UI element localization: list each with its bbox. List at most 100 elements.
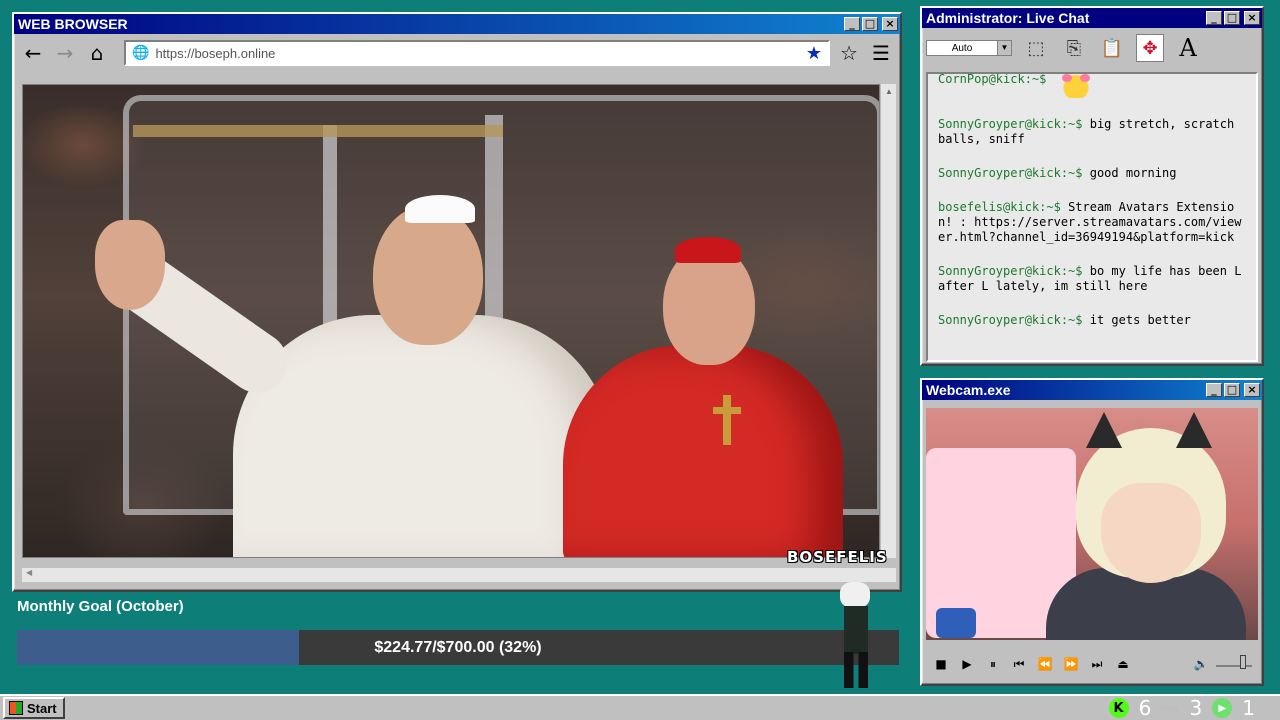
close-button[interactable]: × [882, 17, 898, 31]
play-circle-icon[interactable]: ▶ [1212, 698, 1233, 718]
chevron-down-icon[interactable]: ▼ [997, 41, 1011, 55]
system-tray: K 6 cozy 3 ▶ 1 [1108, 696, 1277, 720]
volume-icon[interactable]: 🔈 [1192, 657, 1210, 671]
webcam-title: Webcam.exe [926, 382, 1011, 398]
browser-viewport [22, 84, 880, 558]
cat-ear [1086, 412, 1122, 448]
close-button[interactable]: × [1244, 11, 1260, 25]
pope-hand [95, 220, 165, 310]
live-chat-window: Administrator: Live Chat _ □ × Auto ▼ ⬚ … [920, 6, 1264, 366]
chat-log[interactable]: CornPop@kick:~$ SonnyGroyper@kick:~$ big… [926, 72, 1258, 362]
glass-rail [133, 125, 503, 137]
sprite-legs [844, 652, 868, 688]
chat-message: SonnyGroyper@kick:~$ bo my life has been… [938, 264, 1246, 294]
minimize-button[interactable]: _ [844, 17, 860, 31]
popemobile-photo [23, 85, 879, 557]
sprite-hair [840, 582, 870, 608]
cardinal-figure [563, 345, 843, 557]
kick-count: 6 [1138, 696, 1152, 720]
paste-icon[interactable]: 📋 [1098, 34, 1126, 62]
cardinal-head [663, 245, 755, 365]
chat-message: SonnyGroyper@kick:~$ it gets better [938, 313, 1246, 328]
windows-logo-icon [9, 701, 23, 715]
browser-titlebar[interactable]: WEB BROWSER _ □ × [14, 14, 900, 34]
address-bar[interactable]: 🌐 https://boseph.online ★ [124, 40, 830, 66]
font-size-select[interactable]: Auto ▼ [926, 40, 1012, 56]
pope-head [373, 205, 483, 345]
webcam-feed [926, 408, 1258, 640]
sprite-body [844, 606, 868, 654]
chat-message: CornPop@kick:~$ [938, 72, 1246, 98]
previous-icon[interactable]: ⏮ [1010, 657, 1028, 672]
select-icon[interactable]: ⬚ [1022, 34, 1050, 62]
pause-icon[interactable]: ⏸ [984, 657, 1002, 672]
chat-message: SonnyGroyper@kick:~$ big stretch, scratc… [938, 117, 1246, 147]
chat-title: Administrator: Live Chat [926, 10, 1090, 26]
home-icon[interactable]: ⌂ [84, 40, 110, 66]
pope-figure [233, 315, 613, 557]
volume-slider[interactable] [1216, 655, 1252, 669]
chat-toolbar: Auto ▼ ⬚ ⎘ 📋 ✥ A [922, 28, 1262, 68]
goal-progress-bar: $224.77/$700.00 (32%) [17, 630, 899, 665]
maximize-button[interactable]: □ [862, 17, 878, 31]
red-zucchetto [675, 237, 741, 263]
bookmark-star-icon[interactable]: ☆ [836, 40, 862, 66]
browser-title: WEB BROWSER [18, 16, 128, 32]
webcam-window: Webcam.exe _ □ × ■ ▶ ⏸ ⏮ ⏪ ⏩ ⏭ ⏏ 🔈 [920, 378, 1264, 686]
maximize-button[interactable]: □ [1224, 383, 1240, 397]
url-text[interactable]: https://boseph.online [155, 46, 799, 61]
white-zucchetto [405, 195, 475, 223]
move-icon[interactable]: ✥ [1136, 34, 1164, 62]
vertical-scrollbar[interactable]: ▲ [880, 84, 896, 558]
browser-navbar: ← → ⌂ 🌐 https://boseph.online ★ ☆ ☰ [14, 34, 900, 72]
goal-label: Monthly Goal (October) [17, 598, 184, 615]
close-button[interactable]: × [1244, 383, 1260, 397]
menu-icon[interactable]: ☰ [868, 40, 894, 66]
emote-icon [1056, 74, 1097, 98]
back-arrow-icon[interactable]: ← [20, 40, 46, 66]
kick-icon[interactable]: K [1108, 698, 1129, 718]
chat-username: CornPop@kick:~$ [938, 72, 1047, 86]
start-label: Start [27, 700, 57, 716]
eject-icon[interactable]: ⏏ [1114, 657, 1132, 671]
mug [936, 608, 976, 638]
volume-control: 🔈 [1192, 655, 1252, 671]
copy-icon[interactable]: ⎘ [1060, 34, 1088, 62]
media-controls: ■ ▶ ⏸ ⏮ ⏪ ⏩ ⏭ ⏏ 🔈 [926, 648, 1258, 680]
scroll-up-icon[interactable]: ▲ [881, 84, 897, 100]
start-button[interactable]: Start [3, 697, 65, 719]
minimize-button[interactable]: _ [1206, 383, 1222, 397]
maximize-button[interactable]: □ [1224, 11, 1240, 25]
globe-icon: 🌐 [132, 45, 150, 61]
chat-message: SonnyGroyper@kick:~$ good morning [938, 166, 1246, 181]
chat-username: SonnyGroyper@kick:~$ [938, 264, 1083, 278]
pectoral-cross [723, 395, 731, 445]
avatar-face [1101, 483, 1201, 583]
minimize-button[interactable]: _ [1206, 11, 1222, 25]
webcam-titlebar[interactable]: Webcam.exe _ □ × [922, 380, 1262, 400]
stop-icon[interactable]: ■ [932, 657, 950, 671]
chat-username: bosefelis@kick:~$ [938, 200, 1061, 214]
scroll-left-icon[interactable]: ◀ [22, 568, 32, 577]
play-icon[interactable]: ▶ [958, 657, 976, 671]
chat-titlebar[interactable]: Administrator: Live Chat _ □ × [922, 8, 1262, 28]
bookmark-filled-icon[interactable]: ★ [806, 43, 822, 64]
chat-message: bosefelis@kick:~$ Stream Avatars Extensi… [938, 200, 1246, 245]
fast-forward-icon[interactable]: ⏩ [1062, 657, 1080, 671]
font-icon[interactable]: A [1174, 34, 1202, 62]
forward-arrow-icon[interactable]: → [52, 40, 78, 66]
cat-ear [1176, 412, 1212, 448]
taskbar: Start K 6 cozy 3 ▶ 1 [0, 694, 1280, 720]
chat-username: SonnyGroyper@kick:~$ [938, 117, 1083, 131]
chat-username: SonnyGroyper@kick:~$ [938, 313, 1083, 327]
bosefelis-watermark: BOSEFELIS [787, 548, 888, 566]
play-count: 1 [1242, 696, 1255, 720]
pectoral-cross-bar [713, 407, 741, 414]
rewind-icon[interactable]: ⏪ [1036, 657, 1054, 671]
chat-username: SonnyGroyper@kick:~$ [938, 166, 1083, 180]
horizontal-scrollbar[interactable]: ◀ [22, 568, 896, 582]
chat-text: it gets better [1089, 313, 1191, 327]
next-icon[interactable]: ⏭ [1088, 657, 1106, 672]
chat-text: good morning [1089, 166, 1177, 180]
cozy-icon[interactable]: cozy [1161, 704, 1179, 713]
